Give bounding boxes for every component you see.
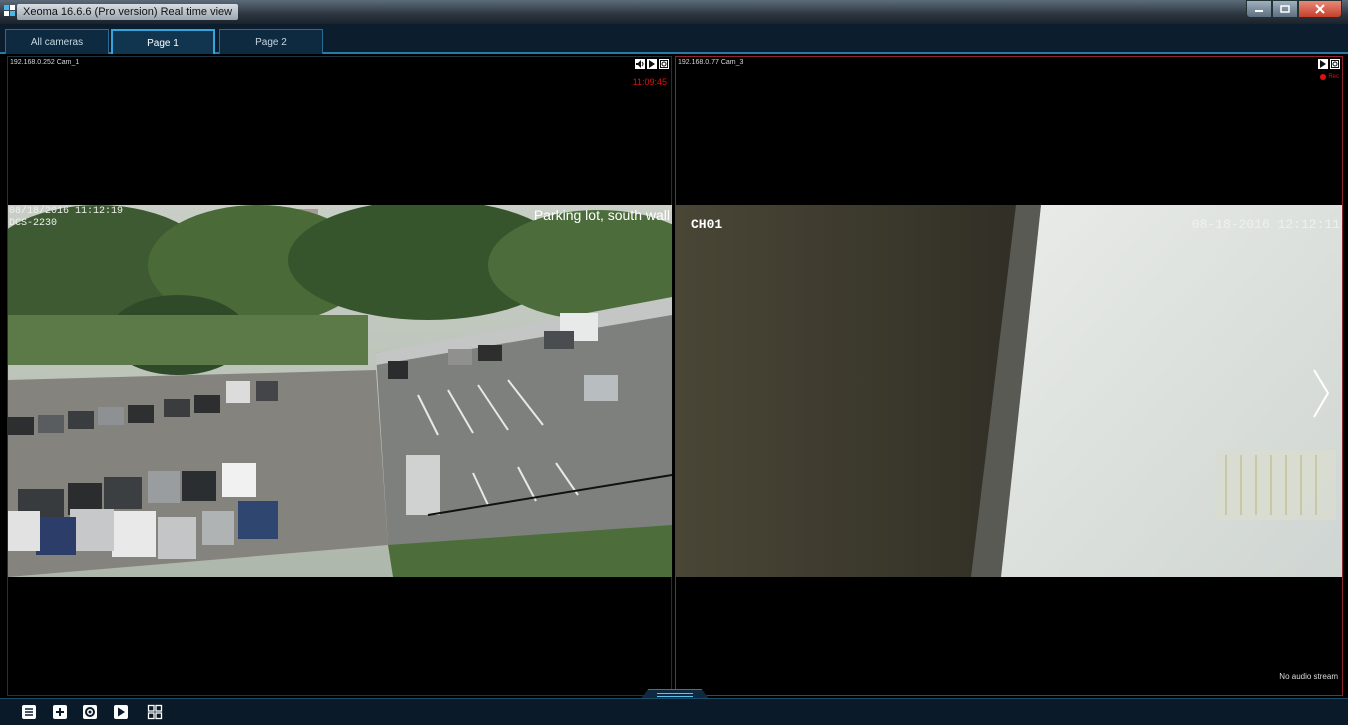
list-icon	[22, 705, 36, 719]
maximize-icon	[1280, 5, 1290, 13]
layout-grid-icon	[147, 704, 163, 720]
camera-video-feed: CH01 08-18-2016 12:12:11	[676, 205, 1342, 577]
camera-clock: 11:09:45	[632, 77, 667, 87]
play-icon	[649, 60, 655, 68]
minimize-button[interactable]	[1246, 0, 1272, 18]
window-view-video-image	[676, 205, 1342, 577]
video-osd-datetime: 08/18/2016 11:12:19 DCS-2230	[9, 206, 123, 230]
osd-model-text: DCS-2230	[9, 218, 58, 229]
play-icon	[114, 705, 128, 719]
camera-caption: Parking lot, south wall	[533, 207, 670, 223]
camera-list-button[interactable]	[21, 704, 37, 720]
tab-page-2[interactable]: Page 2	[219, 29, 323, 54]
recording-label: Rec	[1328, 74, 1339, 80]
recording-indicator: Rec	[1320, 74, 1339, 80]
close-icon	[1315, 4, 1325, 14]
archive-play-button[interactable]	[113, 704, 129, 720]
camera-controls	[1318, 59, 1340, 69]
sound-button[interactable]	[635, 59, 645, 69]
camera-name: 192.168.0.77 Cam_3	[678, 59, 744, 66]
camera-icon	[1331, 60, 1339, 68]
tab-page-1[interactable]: Page 1	[111, 29, 215, 54]
app-icon	[4, 5, 15, 16]
speaker-icon	[636, 60, 644, 68]
window-controls	[1246, 0, 1342, 20]
camera-name: 192.168.0.252 Cam_1	[10, 59, 80, 66]
minimize-icon	[1255, 10, 1263, 12]
snapshot-button[interactable]	[659, 59, 669, 69]
camera-video-feed: 08/18/2016 11:12:19 DCS-2230 Parking lot…	[8, 205, 672, 577]
close-button[interactable]	[1298, 0, 1342, 18]
osd-channel: CH01	[691, 217, 723, 232]
audio-status: No audio stream	[1279, 672, 1338, 681]
osd-datetime: 08-18-2016 12:12:11	[1191, 217, 1340, 232]
add-icon	[53, 705, 67, 719]
osd-datetime-text: 08/18/2016 11:12:19	[9, 206, 124, 217]
tab-all-cameras[interactable]: All cameras	[5, 29, 109, 54]
add-camera-button[interactable]	[52, 704, 68, 720]
parking-lot-video-image	[8, 205, 672, 577]
snapshot-button[interactable]	[1330, 59, 1340, 69]
play-button[interactable]	[647, 59, 657, 69]
page-tab-bar: All cameras Page 1 Page 2	[0, 24, 1348, 54]
settings-button[interactable]	[82, 704, 98, 720]
play-icon	[1320, 60, 1326, 68]
window-title: Xeoma 16.6.6 (Pro version) Real time vie…	[17, 4, 239, 20]
layout-button[interactable]	[147, 704, 163, 720]
camera-controls	[635, 59, 669, 69]
camera-view-cam1[interactable]: 192.168.0.252 Cam_1 11:09:45 08/18/2016 …	[7, 56, 672, 696]
record-dot-icon	[1320, 74, 1327, 80]
camera-view-cam3[interactable]: 192.168.0.77 Cam_3 Rec CH01 08-18-2016 1…	[675, 56, 1343, 696]
play-button[interactable]	[1318, 59, 1328, 69]
gear-icon	[83, 705, 97, 719]
window-titlebar: Xeoma 16.6.6 (Pro version) Real time vie…	[0, 0, 1348, 24]
camera-icon	[660, 60, 668, 68]
bottom-toolbar	[0, 698, 1348, 725]
maximize-button[interactable]	[1272, 0, 1298, 18]
